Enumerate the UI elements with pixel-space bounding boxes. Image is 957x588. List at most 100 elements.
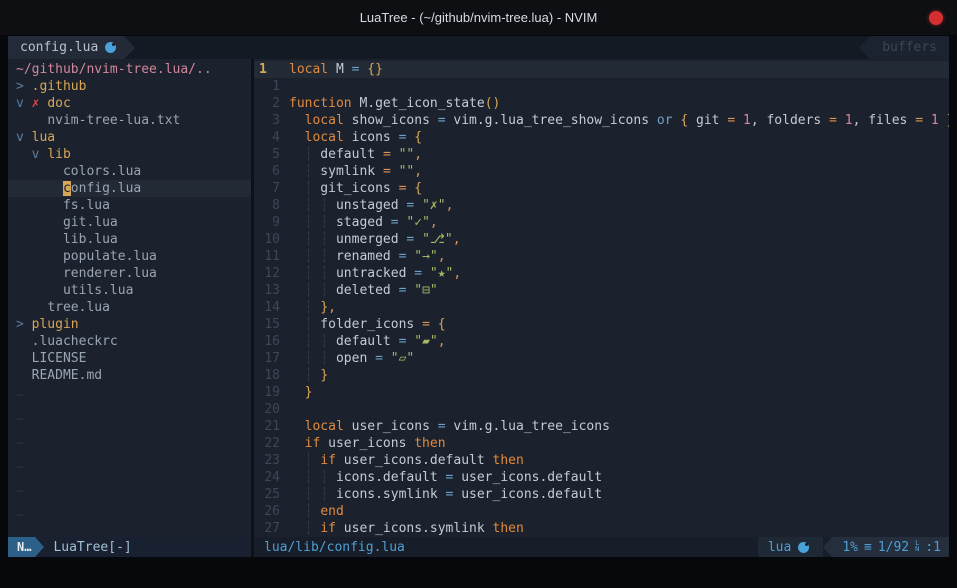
tree-item-lua[interactable]: v lua [8, 129, 251, 146]
code-line[interactable]: 16 ┆ ┆ default = "▰", [254, 333, 949, 350]
tree-item-plugin[interactable]: > plugin [8, 316, 251, 333]
tabline: config.lua buffers [8, 36, 949, 59]
code-line[interactable]: 24 ┆ ┆ icons.default = user_icons.defaul… [254, 469, 949, 486]
code-line[interactable]: 25 ┆ ┆ icons.symlink = user_icons.defaul… [254, 486, 949, 503]
code-text: ┆ ┆ open = "▱" [289, 350, 949, 367]
titlebar: LuaTree - (~/github/nvim-tree.lua) - NVI… [0, 0, 957, 36]
tree-item-nvim-tree-lua-txt[interactable]: nvim-tree-lua.txt [8, 112, 251, 129]
tree-item-label: renderer.lua [63, 266, 157, 281]
file-path: lua/lib/config.lua [264, 540, 758, 555]
line-number: 17 [254, 350, 289, 367]
code-text [289, 401, 949, 418]
code-text: local icons = { [289, 129, 949, 146]
code-line[interactable]: 21 local user_icons = vim.g.lua_tree_ico… [254, 418, 949, 435]
code-line[interactable]: 13 ┆ ┆ deleted = "⊟" [254, 282, 949, 299]
line-number: 14 [254, 299, 289, 316]
code-text: ┆ end [289, 503, 949, 520]
code-line[interactable]: 11 ┆ ┆ renamed = "→", [254, 248, 949, 265]
line-number: 10 [254, 231, 289, 248]
code-text: ┆ ┆ icons.symlink = user_icons.default [289, 486, 949, 503]
code-line[interactable]: 2function M.get_icon_state() [254, 95, 949, 112]
empty-line-tilde: ~ [8, 456, 251, 480]
tab-powerline-arrow [124, 36, 135, 59]
tree-item-license[interactable]: LICENSE [8, 350, 251, 367]
tree-item-config-lua[interactable]: config.lua [8, 180, 251, 197]
code-line[interactable]: 1 [254, 78, 949, 95]
mode-powerline-arrow [35, 537, 44, 557]
empty-line-tilde: ~ [8, 504, 251, 528]
code-text: ┆ if user_icons.symlink then [289, 520, 949, 537]
tree-item-label: utils.lua [63, 283, 133, 298]
tree-item-doc[interactable]: v ✗ doc [8, 95, 251, 112]
line-number: 11 [254, 248, 289, 265]
tree-item-lib-lua[interactable]: lib.lua [8, 231, 251, 248]
tree-item-populate-lua[interactable]: populate.lua [8, 248, 251, 265]
line-number: 7 [254, 180, 289, 197]
chevron-down-icon[interactable]: v [32, 147, 40, 162]
position-segment: 1% ≡ 1/92 LN :1 [832, 537, 949, 557]
code-line[interactable]: 15 ┆ folder_icons = { [254, 316, 949, 333]
tree-item-label: nvim-tree-lua.txt [47, 113, 180, 128]
code-line[interactable]: 9 ┆ ┆ staged = "✓", [254, 214, 949, 231]
tree-item-label: config.lua [63, 181, 141, 196]
tree-item-fs-lua[interactable]: fs.lua [8, 197, 251, 214]
line-number: 26 [254, 503, 289, 520]
line-number: 6 [254, 163, 289, 180]
tree-item-lib[interactable]: v lib [8, 146, 251, 163]
tree-item-utils-lua[interactable]: utils.lua [8, 282, 251, 299]
scroll-percent: 1% [842, 540, 858, 555]
code-line[interactable]: 10 ┆ ┆ unmerged = "⎇", [254, 231, 949, 248]
filetype-segment: lua [758, 537, 823, 557]
code-line[interactable]: 22 if user_icons then [254, 435, 949, 452]
line-number: 15 [254, 316, 289, 333]
empty-line-tilde: ~ [8, 408, 251, 432]
code-line[interactable]: 26 ┆ end [254, 503, 949, 520]
line-number: 5 [254, 146, 289, 163]
chevron-right-icon[interactable]: > [16, 317, 24, 332]
line-number-icon: LN [915, 540, 919, 552]
code-editor[interactable]: 1local M = {}12function M.get_icon_state… [254, 59, 949, 537]
code-line[interactable]: 4 local icons = { [254, 129, 949, 146]
tree-item-tree-lua[interactable]: tree.lua [8, 299, 251, 316]
code-line[interactable]: 5 ┆ default = "", [254, 146, 949, 163]
line-number: 1 [254, 61, 289, 78]
code-text: ┆ ┆ unmerged = "⎇", [289, 231, 949, 248]
code-text: ┆ if user_icons.default then [289, 452, 949, 469]
tree-item-label: fs.lua [63, 198, 110, 213]
code-line[interactable]: 20 [254, 401, 949, 418]
code-line[interactable]: 27 ┆ if user_icons.symlink then [254, 520, 949, 537]
tree-item-colors-lua[interactable]: colors.lua [8, 163, 251, 180]
close-button[interactable] [929, 11, 943, 25]
code-line[interactable]: 1local M = {} [254, 61, 949, 78]
chevron-down-icon[interactable]: v [16, 96, 24, 111]
tab-config-lua[interactable]: config.lua [8, 36, 124, 59]
tree-item-label: lib.lua [63, 232, 118, 247]
code-text: ┆ folder_icons = { [289, 316, 949, 333]
tree-item-renderer-lua[interactable]: renderer.lua [8, 265, 251, 282]
tree-root[interactable]: ~/github/nvim-tree.lua/.. [8, 61, 251, 78]
code-line[interactable]: 8 ┆ ┆ unstaged = "✗", [254, 197, 949, 214]
code-line[interactable]: 17 ┆ ┆ open = "▱" [254, 350, 949, 367]
buffers-chip[interactable]: buffers [859, 36, 949, 59]
code-line[interactable]: 19 } [254, 384, 949, 401]
code-line[interactable]: 3 local show_icons = vim.g.lua_tree_show… [254, 112, 949, 129]
tree-item-readme-md[interactable]: README.md [8, 367, 251, 384]
empty-line-tilde: ~ [8, 432, 251, 456]
tree-item--github[interactable]: > .github [8, 78, 251, 95]
code-line[interactable]: 7 ┆ git_icons = { [254, 180, 949, 197]
tree-item--luacheckrc[interactable]: .luacheckrc [8, 333, 251, 350]
code-text: } [289, 384, 949, 401]
code-text: ┆ symlink = "", [289, 163, 949, 180]
file-tree[interactable]: ~/github/nvim-tree.lua/..> .githubv ✗ do… [8, 59, 251, 537]
chevron-right-icon[interactable]: > [16, 79, 24, 94]
code-line[interactable]: 14 ┆ }, [254, 299, 949, 316]
tree-item-git-lua[interactable]: git.lua [8, 214, 251, 231]
chevron-down-icon[interactable]: v [16, 130, 24, 145]
code-line[interactable]: 23 ┆ if user_icons.default then [254, 452, 949, 469]
tree-item-label: .luacheckrc [32, 334, 118, 349]
window-title: LuaTree - (~/github/nvim-tree.lua) - NVI… [360, 10, 598, 25]
git-unstaged-icon: ✗ [32, 96, 40, 111]
code-line[interactable]: 12 ┆ ┆ untracked = "★", [254, 265, 949, 282]
code-line[interactable]: 18 ┆ } [254, 367, 949, 384]
code-line[interactable]: 6 ┆ symlink = "", [254, 163, 949, 180]
